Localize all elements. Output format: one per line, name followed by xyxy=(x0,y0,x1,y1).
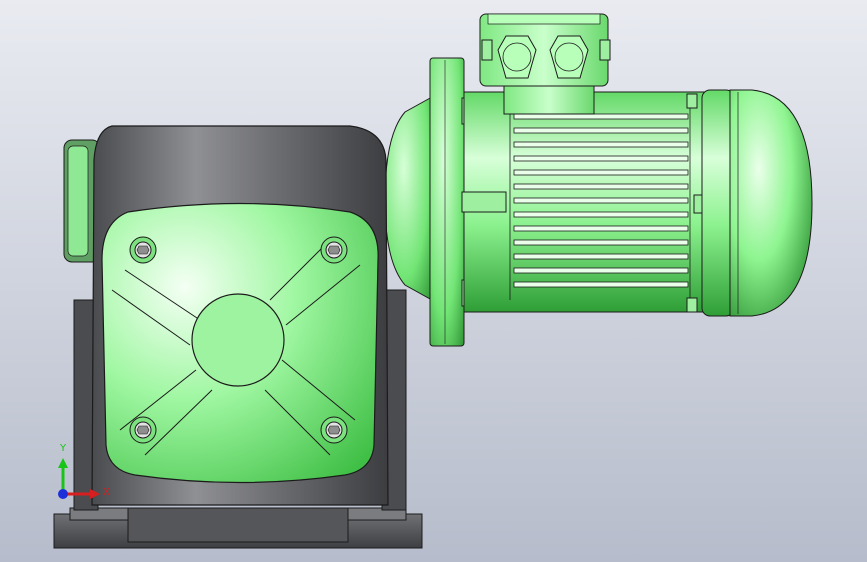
cover-bolt-tr xyxy=(320,236,348,264)
cover-center-boss xyxy=(191,293,285,387)
graphics-viewport[interactable]: Y X xyxy=(0,0,867,562)
cover-bolt-tl xyxy=(129,236,157,264)
motor-end-ring xyxy=(701,89,735,317)
cable-gland-left xyxy=(497,35,537,79)
cover-bolt-bl xyxy=(129,416,157,444)
cover-bolt-br xyxy=(320,416,348,444)
triad-y-label: Y xyxy=(60,443,67,454)
motor-lug-upper xyxy=(461,191,507,213)
motor-flange xyxy=(429,57,465,347)
gearbox-assembly[interactable] xyxy=(53,125,423,549)
cable-gland-right xyxy=(549,35,589,79)
triad-x-label: X xyxy=(103,487,110,498)
model-view xyxy=(0,0,867,562)
triad-z-axis xyxy=(58,489,68,499)
